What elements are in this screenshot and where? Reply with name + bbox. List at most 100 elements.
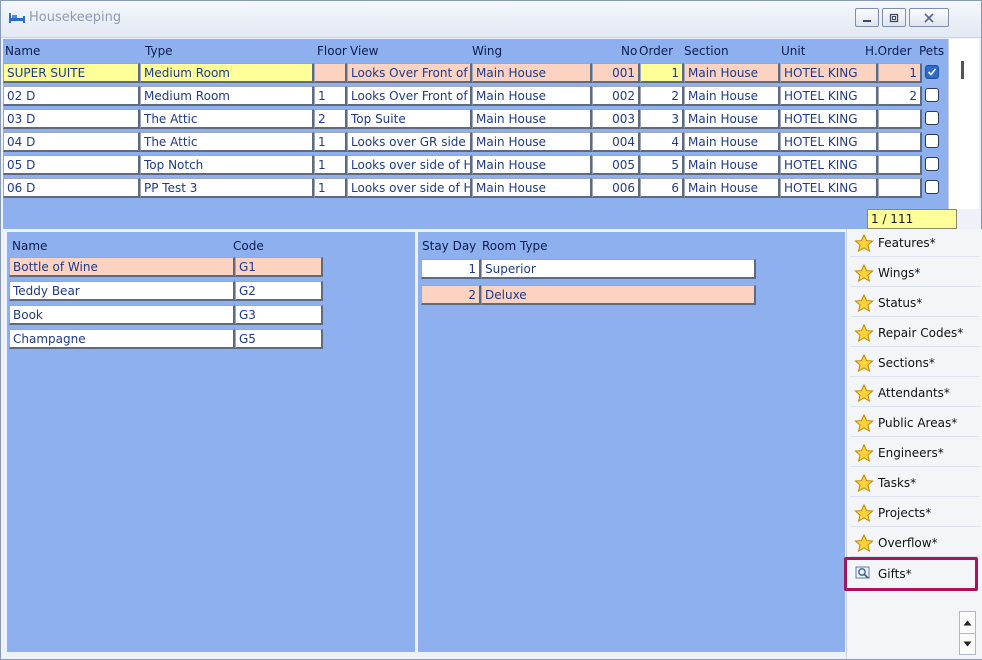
sidebar-item-repair-codes[interactable]: Repair Codes* xyxy=(850,319,980,347)
room-name-cell[interactable]: 03 D xyxy=(3,109,140,129)
close-button[interactable] xyxy=(909,8,949,27)
room-type-cell[interactable]: Medium Room xyxy=(140,63,314,83)
pets-checkbox[interactable] xyxy=(925,180,939,194)
room-wing-cell[interactable]: Main House xyxy=(472,109,592,129)
room-wing-cell[interactable]: Main House xyxy=(472,178,592,198)
sidebar-item-tasks[interactable]: Tasks* xyxy=(850,469,980,497)
room-no-cell[interactable]: 004 xyxy=(592,132,640,152)
room-type-cell[interactable]: The Attic xyxy=(140,132,314,152)
room-wing-cell[interactable]: Main House xyxy=(472,155,592,175)
room-section-cell[interactable]: Main House xyxy=(684,63,780,83)
sidebar-item-sections[interactable]: Sections* xyxy=(850,349,980,377)
room-unit-cell[interactable]: HOTEL KING xyxy=(780,63,878,83)
sidebar-item-label: Public Areas* xyxy=(878,416,958,430)
room-horder-cell[interactable]: 1 xyxy=(878,63,922,83)
room-wing-cell[interactable]: Main House xyxy=(472,63,592,83)
room-unit-cell[interactable]: HOTEL KING xyxy=(780,178,878,198)
maximize-button[interactable] xyxy=(882,8,906,27)
gift-code-cell[interactable]: G5 xyxy=(235,329,323,349)
room-unit-cell[interactable]: HOTEL KING xyxy=(780,132,878,152)
header-horder: H.Order xyxy=(865,44,912,58)
room-view-cell[interactable]: Looks over side of H xyxy=(347,178,472,198)
gift-name-cell[interactable]: Book xyxy=(9,305,235,325)
room-type-cell[interactable]: Medium Room xyxy=(140,86,314,106)
room-horder-cell[interactable] xyxy=(878,109,922,129)
room-no-cell[interactable]: 006 xyxy=(592,178,640,198)
room-unit-cell[interactable]: HOTEL KING xyxy=(780,109,878,129)
room-floor-cell[interactable]: 1 xyxy=(314,86,347,106)
room-horder-cell[interactable] xyxy=(878,155,922,175)
pets-checkbox[interactable] xyxy=(925,157,939,171)
room-view-cell[interactable]: Top Suite xyxy=(347,109,472,129)
room-name-cell[interactable]: 06 D xyxy=(3,178,140,198)
stay-day-cell[interactable]: 1 xyxy=(421,259,481,279)
pets-checkbox[interactable] xyxy=(925,88,939,102)
room-view-cell[interactable]: Looks Over Front of xyxy=(347,63,472,83)
minimize-button[interactable] xyxy=(855,8,879,27)
scrollbar-thumb[interactable] xyxy=(961,61,964,79)
room-horder-cell[interactable] xyxy=(878,178,922,198)
sidebar-scrollbar[interactable] xyxy=(959,611,976,655)
stay-room-type-cell[interactable]: Deluxe xyxy=(481,285,756,305)
room-section-cell[interactable]: Main House xyxy=(684,109,780,129)
room-unit-cell[interactable]: HOTEL KING xyxy=(780,155,878,175)
sidebar-item-overflow[interactable]: Overflow* xyxy=(850,529,980,557)
room-type-cell[interactable]: Top Notch xyxy=(140,155,314,175)
room-order-cell[interactable]: 1 xyxy=(640,63,684,83)
pets-checkbox[interactable] xyxy=(925,111,939,125)
gift-code-cell[interactable]: G2 xyxy=(235,281,323,301)
sidebar-item-public-areas[interactable]: Public Areas* xyxy=(850,409,980,437)
room-order-cell[interactable]: 2 xyxy=(640,86,684,106)
room-no-cell[interactable]: 005 xyxy=(592,155,640,175)
room-view-cell[interactable]: Looks Over Front of xyxy=(347,86,472,106)
room-order-cell[interactable]: 6 xyxy=(640,178,684,198)
room-section-cell[interactable]: Main House xyxy=(684,155,780,175)
room-floor-cell[interactable]: 1 xyxy=(314,132,347,152)
room-unit-cell[interactable]: HOTEL KING xyxy=(780,86,878,106)
gift-name-cell[interactable]: Teddy Bear xyxy=(9,281,235,301)
room-type-cell[interactable]: The Attic xyxy=(140,109,314,129)
sidebar-item-features[interactable]: Features* xyxy=(850,229,980,257)
room-name-cell[interactable]: 04 D xyxy=(3,132,140,152)
gift-code-cell[interactable]: G1 xyxy=(235,257,323,277)
room-floor-cell[interactable]: 1 xyxy=(314,178,347,198)
sidebar-item-attendants[interactable]: Attendants* xyxy=(850,379,980,407)
room-wing-cell[interactable]: Main House xyxy=(472,132,592,152)
room-floor-cell[interactable]: 2 xyxy=(314,109,347,129)
room-horder-cell[interactable]: 2 xyxy=(878,86,922,106)
room-horder-cell[interactable] xyxy=(878,132,922,152)
room-no-cell[interactable]: 002 xyxy=(592,86,640,106)
room-order-cell[interactable]: 3 xyxy=(640,109,684,129)
room-order-cell[interactable]: 5 xyxy=(640,155,684,175)
sidebar-item-projects[interactable]: Projects* xyxy=(850,499,980,527)
stay-days-grid: Stay Day Room Type 1 Superior 2 Deluxe xyxy=(418,232,845,652)
stay-room-type-cell[interactable]: Superior xyxy=(481,259,756,279)
stay-day-cell[interactable]: 2 xyxy=(421,285,481,305)
sidebar-item-status[interactable]: Status* xyxy=(850,289,980,317)
room-name-cell[interactable]: 02 D xyxy=(3,86,140,106)
gift-code-cell[interactable]: G3 xyxy=(235,305,323,325)
room-section-cell[interactable]: Main House xyxy=(684,132,780,152)
sidebar-item-engineers[interactable]: Engineers* xyxy=(850,439,980,467)
scroll-down-button[interactable] xyxy=(960,634,975,654)
room-section-cell[interactable]: Main House xyxy=(684,86,780,106)
room-view-cell[interactable]: Looks over GR side xyxy=(347,132,472,152)
gift-name-cell[interactable]: Champagne xyxy=(9,329,235,349)
sidebar-item-wings[interactable]: Wings* xyxy=(850,259,980,287)
room-name-cell[interactable]: 05 D xyxy=(3,155,140,175)
room-floor-cell[interactable]: 1 xyxy=(314,155,347,175)
room-order-cell[interactable]: 4 xyxy=(640,132,684,152)
pets-checkbox[interactable] xyxy=(925,134,939,148)
room-floor-cell[interactable] xyxy=(314,63,347,83)
room-view-cell[interactable]: Looks over side of H xyxy=(347,155,472,175)
gift-name-cell[interactable]: Bottle of Wine xyxy=(9,257,235,277)
pets-checkbox[interactable] xyxy=(925,65,939,79)
room-no-cell[interactable]: 001 xyxy=(592,63,640,83)
room-type-cell[interactable]: PP Test 3 xyxy=(140,178,314,198)
rooms-scrollbar[interactable] xyxy=(948,39,979,209)
room-section-cell[interactable]: Main House xyxy=(684,178,780,198)
room-no-cell[interactable]: 003 xyxy=(592,109,640,129)
scroll-up-button[interactable] xyxy=(960,612,975,634)
room-wing-cell[interactable]: Main House xyxy=(472,86,592,106)
room-name-cell[interactable]: SUPER SUITE xyxy=(3,63,140,83)
